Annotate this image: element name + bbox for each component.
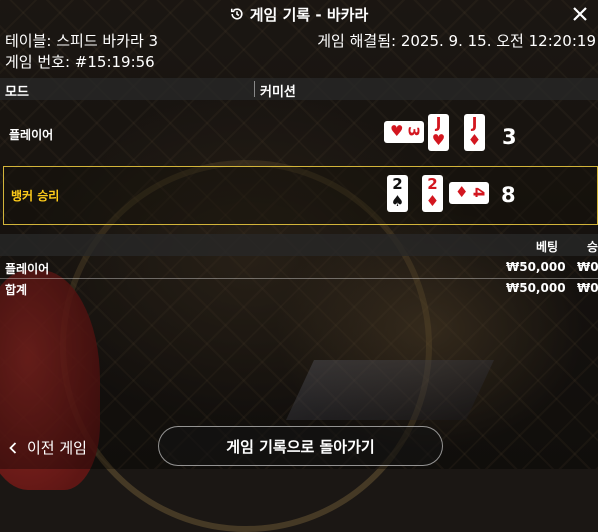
player-label: 플레이어 — [9, 128, 54, 142]
row-win: ₩0 — [577, 260, 598, 274]
row-bet: ₩50,000 — [506, 260, 566, 274]
history-icon — [230, 7, 244, 21]
playing-card: J ♥ — [428, 114, 449, 151]
close-button[interactable] — [568, 2, 592, 26]
playing-card: ♥ 3 — [384, 121, 424, 143]
dialog-header: 게임 기록 - 바카라 — [0, 0, 598, 28]
banker-hand-row: 뱅커 승리 2 ♠ 2 ♦ ♦ 4 8 — [3, 166, 598, 225]
banker-win-label: 뱅커 승리 — [11, 189, 60, 203]
playing-card: ♦ 4 — [449, 182, 489, 204]
divider — [254, 81, 255, 97]
dialog-title: 게임 기록 - 바카라 — [249, 5, 369, 24]
game-info: 테이블: 스피드 바카라 3 게임 번호: #15:19:56 — [5, 31, 158, 73]
row-bet: ₩50,000 — [506, 281, 566, 295]
resolved-time: 게임 해결됨: 2025. 9. 15. 오전 12:20:19 — [317, 32, 596, 50]
player-score: 3 — [502, 125, 517, 149]
win-column-header: 승 — [587, 240, 598, 254]
previous-game-button[interactable]: 이전 게임 — [9, 437, 87, 458]
row-name: 플레이어 — [5, 262, 50, 276]
row-win: ₩0 — [577, 281, 598, 295]
table-name: 테이블: 스피드 바카라 3 — [5, 32, 159, 50]
banker-score: 8 — [501, 183, 516, 207]
bets-table-header: 베팅 승 — [0, 234, 598, 256]
return-to-history-button[interactable]: 게임 기록으로 돌아가기 — [158, 426, 443, 466]
close-icon — [573, 7, 587, 21]
commission-label: 커미션 — [260, 85, 296, 100]
bet-column-header: 베팅 — [536, 240, 559, 254]
return-to-history-label: 게임 기록으로 돌아가기 — [226, 437, 375, 456]
table-row: 합계 ₩50,000 ₩0 — [0, 279, 598, 299]
row-name: 합계 — [5, 283, 28, 297]
player-hand-row: 플레이어 ♥ 3 J ♥ J ♦ 3 — [0, 106, 598, 162]
mode-bar: 모드 커미션 — [0, 78, 598, 100]
game-number: 게임 번호: #15:19:56 — [5, 53, 155, 71]
playing-card: 2 ♠ — [387, 175, 408, 212]
table-row: 플레이어 ₩50,000 ₩0 — [0, 258, 598, 279]
playing-card: J ♦ — [464, 114, 485, 151]
chevron-left-icon — [9, 441, 17, 454]
previous-game-label: 이전 게임 — [27, 439, 87, 457]
playing-card: 2 ♦ — [422, 175, 443, 212]
mode-label: 모드 — [5, 85, 29, 100]
